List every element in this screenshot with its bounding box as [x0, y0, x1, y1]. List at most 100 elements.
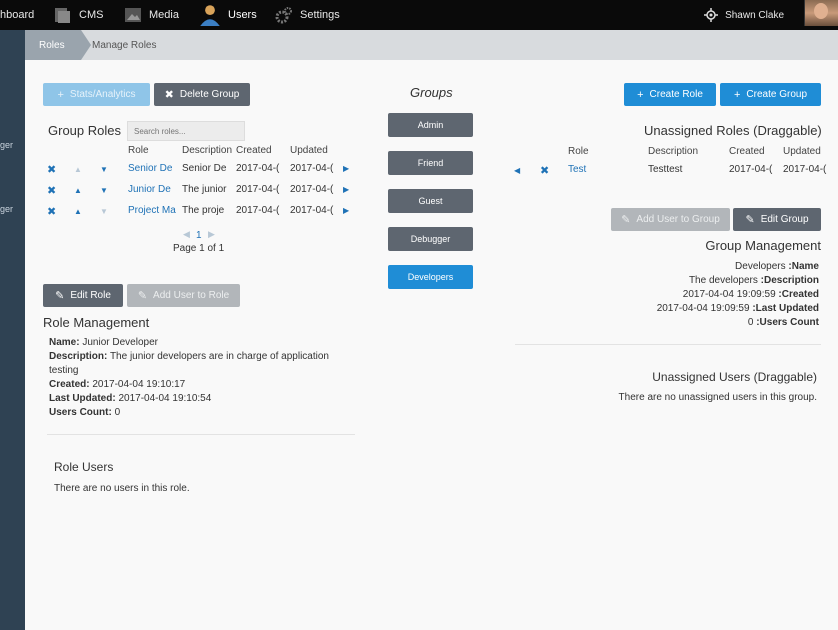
- edit-role-button[interactable]: ✎ Edit Role: [43, 284, 123, 307]
- stats-analytics-button[interactable]: + Stats/Analytics: [43, 83, 150, 106]
- role-users-empty: There are no users in this role.: [54, 483, 190, 494]
- role-updated: 2017-04-(: [783, 164, 827, 175]
- move-down-icon[interactable]: ▼: [100, 186, 108, 195]
- role-description: The proje: [182, 205, 225, 216]
- edit-group-label: Edit Group: [760, 214, 809, 225]
- remove-icon[interactable]: ✖: [47, 184, 56, 197]
- group-created-line: 2017-04-04 19:09:59 :Created: [683, 289, 819, 300]
- unassigned-users-empty: There are no unassigned users in this gr…: [618, 392, 817, 403]
- col-description[interactable]: Description: [182, 145, 232, 156]
- breadcrumb-roles[interactable]: Roles: [25, 30, 91, 60]
- role-management-title: Role Management: [43, 315, 150, 330]
- role-created-label: Created:: [49, 379, 90, 390]
- nav-users[interactable]: Users: [199, 0, 257, 30]
- move-down-icon[interactable]: ▼: [100, 207, 108, 216]
- group-desc-value: The developers: [688, 275, 758, 286]
- role-name-line: Name: Junior Developer: [49, 337, 158, 348]
- media-icon: [125, 8, 141, 22]
- role-count-line: Users Count: 0: [49, 407, 120, 418]
- group-friend[interactable]: Friend: [388, 151, 473, 175]
- remove-icon[interactable]: ✖: [47, 205, 56, 218]
- group-management-title: Group Management: [705, 238, 821, 253]
- role-created: 2017-04-(: [236, 163, 280, 174]
- group-debugger[interactable]: Debugger: [388, 227, 473, 251]
- plus-icon: +: [733, 88, 741, 101]
- group-guest[interactable]: Guest: [388, 189, 473, 213]
- chevron-right-icon[interactable]: ▶: [343, 164, 349, 173]
- role-link[interactable]: Project Ma: [128, 205, 180, 216]
- prev-page-icon[interactable]: ◀: [183, 229, 190, 240]
- divider: [515, 344, 821, 345]
- col-updated[interactable]: Updated: [783, 146, 821, 157]
- group-name-label: :Name: [788, 261, 819, 272]
- user-icon: [200, 5, 220, 26]
- search-roles-input[interactable]: [127, 121, 245, 141]
- nav-cms[interactable]: CMS: [54, 0, 103, 30]
- col-role[interactable]: Role: [128, 145, 149, 156]
- nav-cms-label: CMS: [79, 9, 104, 21]
- edit-group-button[interactable]: ✎ Edit Group: [733, 208, 821, 231]
- role-users-title: Role Users: [54, 460, 114, 474]
- move-up-icon[interactable]: ▲: [74, 186, 82, 195]
- role-updated-line: Last Updated: 2017-04-04 19:10:54: [49, 393, 211, 404]
- move-up-icon[interactable]: ▲: [74, 165, 82, 174]
- role-updated: 2017-04-(: [290, 184, 334, 195]
- sidebar-item-label[interactable]: ger: [0, 204, 13, 214]
- group-count-value: 0: [747, 317, 754, 328]
- role-created-line: Created: 2017-04-04 19:10:17: [49, 379, 185, 390]
- page-number[interactable]: 1: [196, 230, 202, 241]
- role-created: 2017-04-(: [729, 164, 773, 175]
- remove-icon[interactable]: ✖: [540, 164, 549, 177]
- nav-media[interactable]: Media: [124, 0, 179, 30]
- nav-settings-label: Settings: [300, 9, 340, 21]
- main-content: + Stats/Analytics ✖ Delete Group Group R…: [25, 60, 838, 630]
- user-name[interactable]: Shawn Clake: [725, 0, 784, 30]
- remove-icon[interactable]: ✖: [47, 163, 56, 176]
- target-icon[interactable]: [704, 8, 718, 22]
- group-count-line: 0 :Users Count: [748, 317, 819, 328]
- create-role-label: Create Role: [649, 89, 703, 100]
- col-role[interactable]: Role: [568, 146, 589, 157]
- close-icon: ✖: [164, 89, 174, 101]
- role-link[interactable]: Senior De: [128, 163, 180, 174]
- nav-dashboard-label: hboard: [0, 9, 35, 21]
- add-user-to-group-button[interactable]: ✎ Add User to Group: [611, 208, 730, 231]
- top-navbar: hboard CMS Media Users Settings Shawn Cl…: [0, 0, 838, 30]
- avatar[interactable]: [804, 0, 838, 26]
- next-page-icon[interactable]: ▶: [208, 229, 215, 240]
- create-group-button[interactable]: + Create Group: [720, 83, 821, 106]
- add-user-to-role-button[interactable]: ✎ Add User to Role: [127, 284, 240, 307]
- chevron-right-icon[interactable]: ▶: [343, 185, 349, 194]
- group-desc-line: The developers :Description: [689, 275, 819, 286]
- group-developers[interactable]: Developers: [388, 265, 473, 289]
- col-created[interactable]: Created: [236, 145, 272, 156]
- role-link[interactable]: Junior De: [128, 184, 180, 195]
- role-updated: 2017-04-(: [290, 205, 334, 216]
- delete-group-label: Delete Group: [179, 89, 240, 100]
- group-admin[interactable]: Admin: [388, 113, 473, 137]
- col-updated[interactable]: Updated: [290, 145, 328, 156]
- move-up-icon[interactable]: ▲: [74, 207, 82, 216]
- role-desc-line: Description: The junior developers are i…: [49, 351, 329, 362]
- group-name-line: Developers :Name: [735, 261, 819, 272]
- role-desc-label: Description:: [49, 351, 108, 362]
- create-role-button[interactable]: + Create Role: [624, 83, 716, 106]
- chevron-right-icon[interactable]: ▶: [343, 206, 349, 215]
- nav-dashboard[interactable]: hboard: [0, 0, 34, 30]
- nav-users-label: Users: [228, 9, 257, 21]
- pencil-icon: ✎: [137, 290, 148, 302]
- col-description[interactable]: Description: [648, 146, 698, 157]
- group-roles-title: Group Roles: [48, 123, 121, 138]
- plus-icon: +: [637, 88, 644, 101]
- role-created-value: 2017-04-04 19:10:17: [92, 379, 186, 390]
- delete-group-button[interactable]: ✖ Delete Group: [154, 83, 250, 106]
- nav-settings[interactable]: Settings: [275, 0, 340, 30]
- chevron-left-icon[interactable]: ◀: [514, 166, 520, 175]
- move-down-icon[interactable]: ▼: [100, 165, 108, 174]
- role-link[interactable]: Test: [568, 164, 638, 175]
- col-created[interactable]: Created: [729, 146, 765, 157]
- role-count-value: 0: [114, 407, 121, 418]
- sidebar-item-label[interactable]: ger: [0, 140, 13, 150]
- role-name-label: Name:: [49, 337, 80, 348]
- role-description: Senior De: [182, 163, 227, 174]
